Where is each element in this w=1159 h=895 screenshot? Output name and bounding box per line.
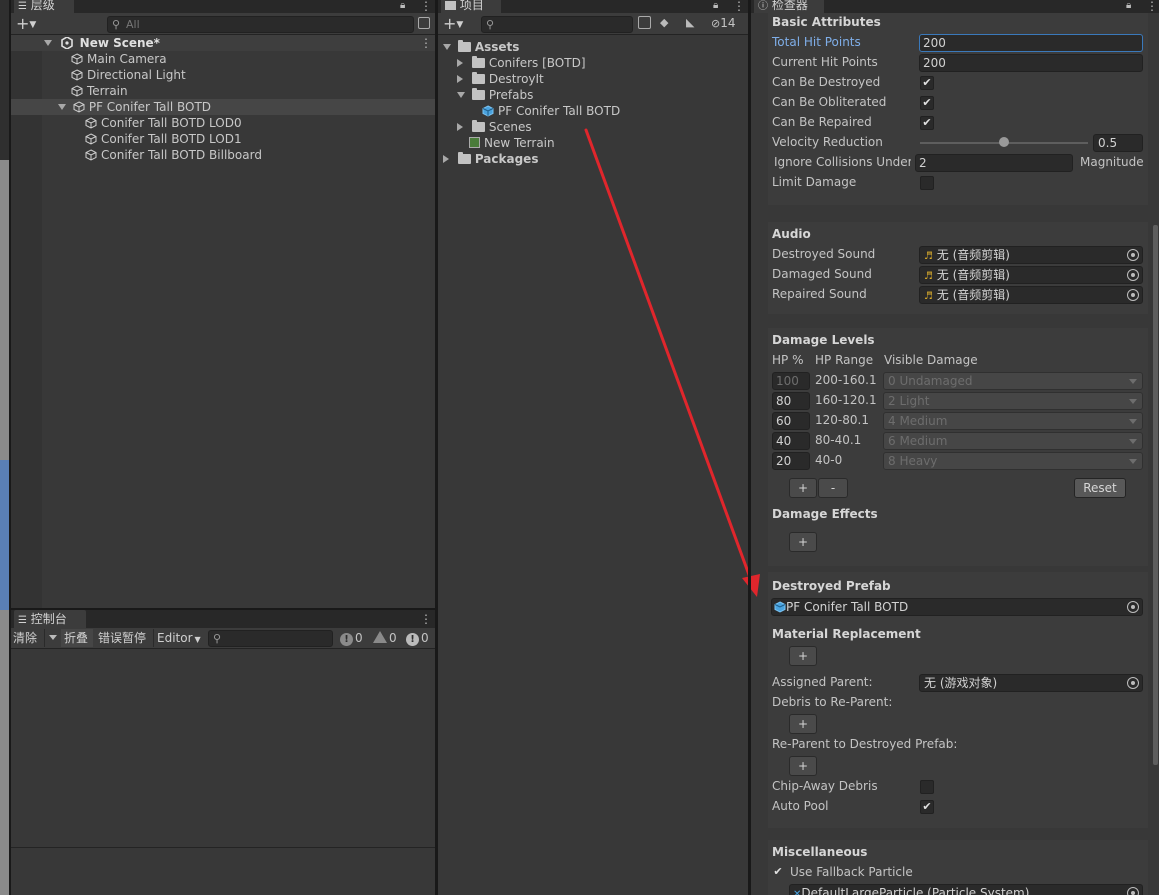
panel-divider	[11, 608, 435, 610]
annotation-arrow	[584, 128, 760, 597]
panel-divider	[9, 0, 11, 895]
annotation-arrow-head	[742, 574, 760, 597]
panel-divider	[748, 0, 751, 895]
annotation-arrow-line	[584, 128, 754, 585]
panel-divider	[435, 0, 438, 895]
